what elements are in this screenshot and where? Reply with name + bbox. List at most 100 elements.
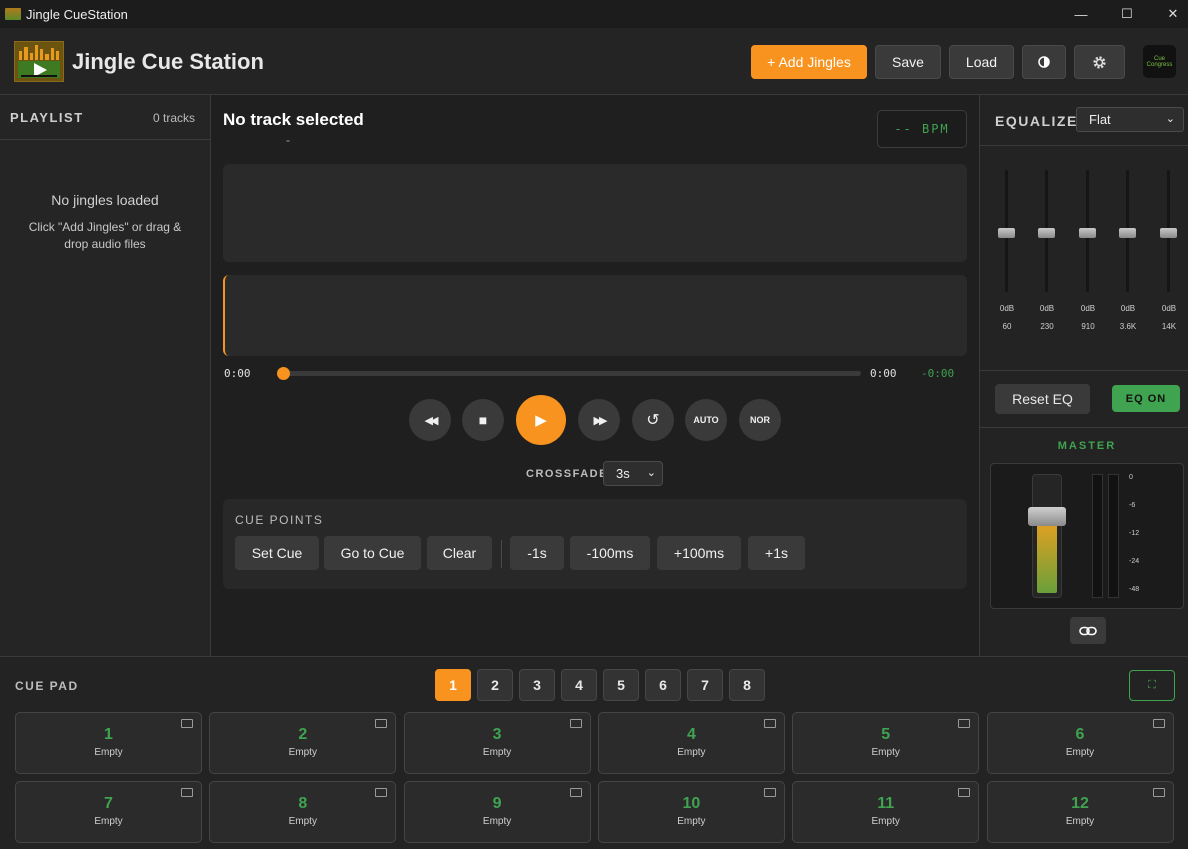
cue-page-tab-2[interactable]: 2: [477, 669, 513, 701]
fullscreen-button[interactable]: ⛶: [1129, 670, 1175, 701]
play-icon: ▶: [535, 412, 547, 429]
link-button[interactable]: [1070, 617, 1106, 644]
cue-pad-7[interactable]: 7 Empty: [15, 781, 202, 843]
eq-gain: 0dB: [1161, 304, 1177, 313]
brand-text: Cue Congress: [1146, 55, 1173, 68]
divider: [980, 145, 1188, 146]
vu-meter-right: [1108, 474, 1119, 598]
master-fader-handle[interactable]: [1028, 507, 1066, 526]
cue-pad-12[interactable]: 12 Empty: [986, 781, 1174, 843]
chevron-down-icon: ⌄: [646, 467, 656, 479]
eq-band: 0dB 60: [992, 170, 1022, 335]
nor-button[interactable]: NOR: [739, 399, 781, 441]
pad-number: 10: [682, 795, 701, 812]
stop-icon: ■: [478, 412, 488, 428]
clear-cue-button[interactable]: Clear: [427, 536, 492, 570]
pad-status: Empty: [94, 747, 123, 758]
fullscreen-icon: ⛶: [1148, 679, 1156, 691]
auto-button[interactable]: AUTO: [685, 399, 727, 441]
pad-number: 7: [104, 795, 113, 812]
playlist-hint: Click "Add Jingles" or drag & drop audio…: [28, 220, 182, 251]
waveform-overview[interactable]: [223, 164, 967, 262]
cue-page-tab-5[interactable]: 5: [603, 669, 639, 701]
theme-toggle-button[interactable]: [1022, 45, 1066, 79]
app-header: Jingle Cue Station + Add Jingles Save Lo…: [0, 28, 1188, 95]
close-button[interactable]: ✕: [1150, 0, 1188, 28]
cue-pad-6[interactable]: 6 Empty: [986, 712, 1174, 774]
bpm-display: -- BPM: [877, 110, 967, 148]
pad-status: Empty: [482, 816, 512, 827]
divider: [980, 370, 1188, 371]
save-button[interactable]: Save: [875, 45, 941, 79]
pad-status: Empty: [1065, 747, 1095, 758]
reset-eq-button[interactable]: Reset EQ: [995, 384, 1090, 414]
gear-icon: [1093, 55, 1106, 69]
eq-slider-handle[interactable]: [998, 228, 1015, 238]
maximize-button[interactable]: ☐: [1104, 0, 1150, 28]
cue-pad-3[interactable]: 3 Empty: [403, 712, 591, 774]
eq-slider-handle[interactable]: [1119, 228, 1136, 238]
cue-pad-5[interactable]: 5 Empty: [792, 712, 980, 774]
cue-pad-11[interactable]: 11 Empty: [792, 781, 980, 843]
meter-scale-label: -48: [1129, 586, 1140, 593]
master-fader-track[interactable]: [1032, 474, 1062, 598]
playlist-empty-text: No jingles loaded: [51, 192, 159, 208]
nudge-minus-1s-button[interactable]: -1s: [510, 536, 564, 570]
cue-page-tab-3[interactable]: 3: [519, 669, 555, 701]
forward-button[interactable]: ▶▶: [578, 399, 620, 441]
window-title: Jingle CueStation: [26, 6, 128, 22]
pad-status: Empty: [677, 747, 706, 758]
pad-number: 6: [1075, 726, 1085, 743]
pad-status: Empty: [288, 816, 317, 827]
go-to-cue-button[interactable]: Go to Cue: [324, 536, 421, 570]
eq-preset-select[interactable]: Flat ⌄: [1076, 107, 1184, 132]
pad-status: Empty: [1065, 816, 1095, 827]
eq-slider-handle[interactable]: [1038, 228, 1055, 238]
crossfade-select[interactable]: 3s ⌄: [603, 461, 663, 486]
nudge-plus-1s-button[interactable]: +1s: [748, 536, 805, 570]
loop-button[interactable]: ↺: [632, 399, 674, 441]
eq-slider-handle[interactable]: [1079, 228, 1096, 238]
cue-pad-10[interactable]: 10 Empty: [597, 781, 785, 843]
add-jingles-button[interactable]: + Add Jingles: [751, 45, 867, 79]
app-icon: [5, 8, 21, 20]
seek-handle[interactable]: [277, 367, 290, 380]
set-cue-button[interactable]: Set Cue: [235, 536, 319, 570]
loop-icon: ↺: [646, 412, 660, 429]
cue-page-tab-7[interactable]: 7: [687, 669, 723, 701]
eq-freq: 14K: [1161, 322, 1177, 331]
cue-pad-4[interactable]: 4 Empty: [597, 712, 785, 774]
cue-pad-2[interactable]: 2 Empty: [209, 712, 397, 774]
eq-band: 0dB 230: [1032, 170, 1062, 335]
cue-page-tab-1[interactable]: 1: [435, 669, 471, 701]
cue-page-tab-4[interactable]: 4: [561, 669, 597, 701]
eq-gain: 0dB: [1039, 304, 1055, 313]
brand-logo: Cue Congress: [1143, 45, 1176, 78]
track-subtitle: -: [286, 133, 290, 147]
cue-pad-1[interactable]: 1 Empty: [15, 712, 202, 774]
contrast-icon: [1038, 56, 1050, 68]
nudge-plus-100ms-button[interactable]: +100ms: [657, 536, 741, 570]
eq-slider-handle[interactable]: [1160, 228, 1177, 238]
time-total: 0:00: [870, 367, 897, 380]
stop-button[interactable]: ■: [462, 399, 504, 441]
nudge-minus-100ms-button[interactable]: -100ms: [570, 536, 650, 570]
load-button[interactable]: Load: [949, 45, 1014, 79]
seek-bar[interactable]: [283, 371, 861, 376]
cue-pad-8[interactable]: 8 Empty: [209, 781, 397, 843]
eq-on-toggle[interactable]: EQ ON: [1112, 385, 1180, 412]
settings-button[interactable]: [1074, 45, 1125, 79]
cue-page-tab-8[interactable]: 8: [729, 669, 765, 701]
meter-scale-label: 0: [1129, 474, 1133, 481]
pad-number: 11: [877, 795, 895, 812]
rewind-button[interactable]: ◀◀: [409, 399, 451, 441]
waveform-detail[interactable]: [223, 275, 967, 356]
eq-preset-value: Flat: [1089, 112, 1111, 127]
pad-status: Empty: [482, 747, 512, 758]
cue-page-tab-6[interactable]: 6: [645, 669, 681, 701]
minimize-button[interactable]: —: [1058, 0, 1104, 28]
eq-freq: 230: [1040, 322, 1054, 331]
crossfade-label: CROSSFADE: [526, 468, 608, 480]
cue-pad-9[interactable]: 9 Empty: [403, 781, 591, 843]
play-button[interactable]: ▶: [516, 395, 566, 445]
